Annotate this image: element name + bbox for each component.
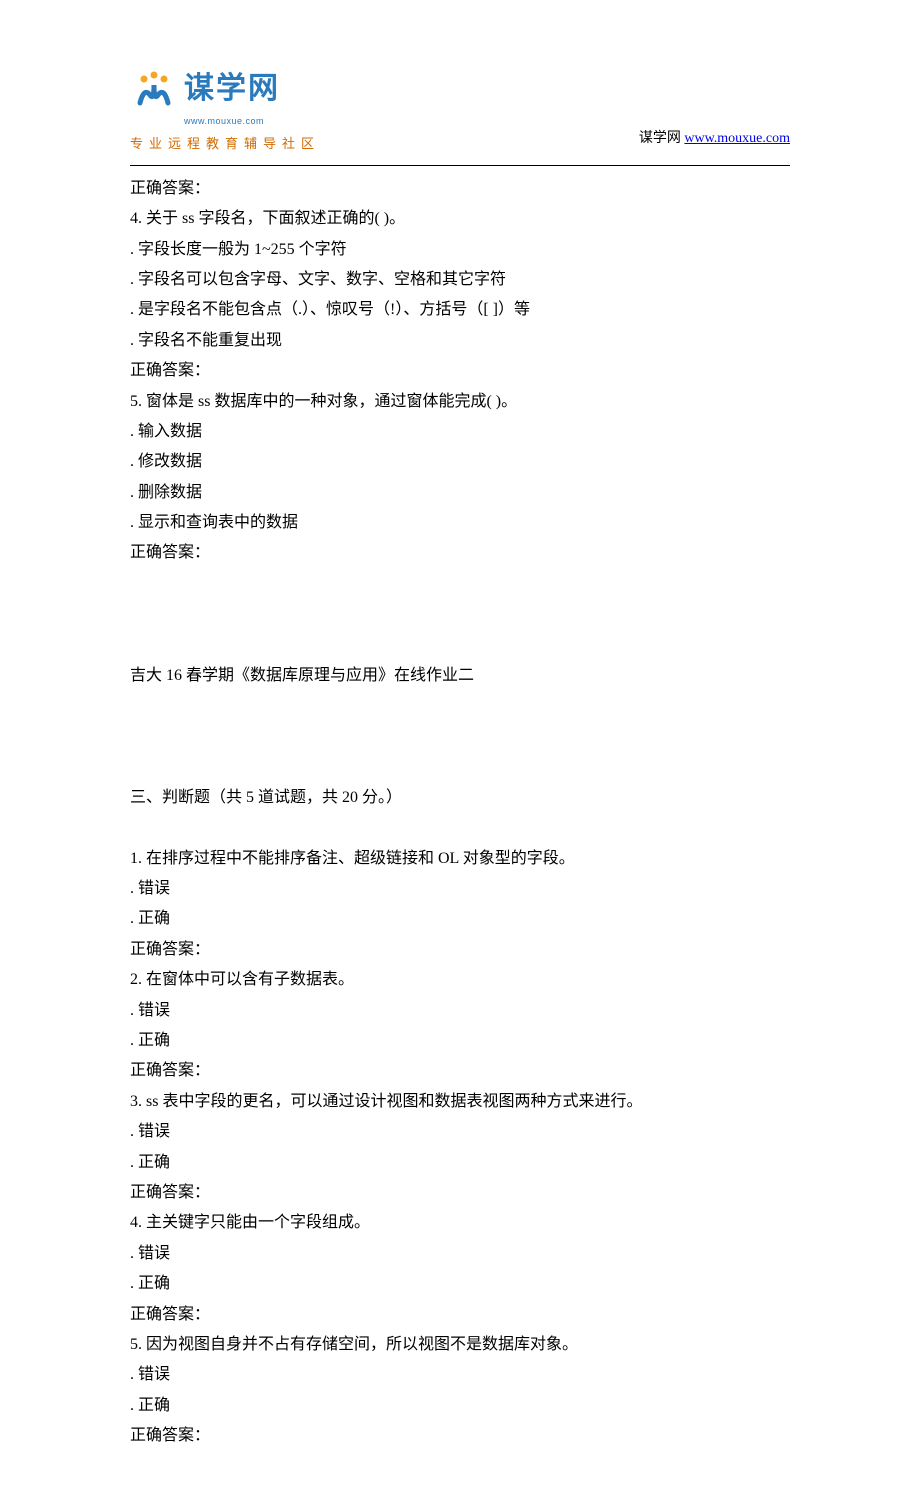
- answer-label: 正确答案：: [130, 356, 790, 386]
- question-5-option: . 显示和查询表中的数据: [130, 508, 790, 538]
- tf-2-option: . 错误: [130, 996, 790, 1026]
- tf-5-stem: 5. 因为视图自身并不占有存储空间，所以视图不是数据库对象。: [130, 1330, 790, 1360]
- page-header: 谋学网 www.mouxue.com 专业远程教育辅导社区 谋学网 www.mo…: [130, 60, 790, 157]
- answer-label: 正确答案：: [130, 1421, 790, 1451]
- site-label: 谋学网: [639, 131, 681, 146]
- logo-url-text: www.mouxue.com: [184, 113, 264, 130]
- site-reference: 谋学网 www.mouxue.com: [639, 126, 790, 157]
- tf-3-option: . 错误: [130, 1117, 790, 1147]
- answer-label: 正确答案：: [130, 538, 790, 568]
- question-4-option: . 字段长度一般为 1~255 个字符: [130, 235, 790, 265]
- logo-text-cn: 谋学网: [184, 60, 280, 117]
- header-divider: [130, 165, 790, 166]
- tf-4-option: . 正确: [130, 1269, 790, 1299]
- question-4-option: . 是字段名不能包含点（.）、惊叹号（!）、方括号（[ ]）等: [130, 295, 790, 325]
- logo-icon: [130, 69, 178, 109]
- section-title: 吉大 16 春学期《数据库原理与应用》在线作业二: [130, 661, 790, 691]
- answer-label: 正确答案：: [130, 935, 790, 965]
- document-page: 谋学网 www.mouxue.com 专业远程教育辅导社区 谋学网 www.mo…: [0, 0, 920, 1511]
- question-5-option: . 修改数据: [130, 447, 790, 477]
- tf-3-option: . 正确: [130, 1148, 790, 1178]
- question-4-stem: 4. 关于 ss 字段名，下面叙述正确的( )。: [130, 204, 790, 234]
- tf-4-stem: 4. 主关键字只能由一个字段组成。: [130, 1208, 790, 1238]
- tf-4-option: . 错误: [130, 1239, 790, 1269]
- question-4-option: . 字段名可以包含字母、文字、数字、空格和其它字符: [130, 265, 790, 295]
- question-4-option: . 字段名不能重复出现: [130, 326, 790, 356]
- site-link[interactable]: www.mouxue.com: [684, 131, 790, 146]
- tf-1-option: . 正确: [130, 904, 790, 934]
- tf-5-option: . 错误: [130, 1360, 790, 1390]
- tf-1-option: . 错误: [130, 874, 790, 904]
- logo-tagline: 专业远程教育辅导社区: [130, 132, 320, 157]
- tf-2-stem: 2. 在窗体中可以含有子数据表。: [130, 965, 790, 995]
- question-5-option: . 输入数据: [130, 417, 790, 447]
- answer-label: 正确答案：: [130, 1178, 790, 1208]
- tf-1-stem: 1. 在排序过程中不能排序备注、超级链接和 OL 对象型的字段。: [130, 844, 790, 874]
- answer-label: 正确答案：: [130, 174, 790, 204]
- answer-label: 正确答案：: [130, 1056, 790, 1086]
- document-content: 正确答案： 4. 关于 ss 字段名，下面叙述正确的( )。 . 字段长度一般为…: [130, 174, 790, 1452]
- question-5-stem: 5. 窗体是 ss 数据库中的一种对象，通过窗体能完成( )。: [130, 387, 790, 417]
- section-subtitle: 三、判断题（共 5 道试题，共 20 分。）: [130, 783, 790, 813]
- logo-block: 谋学网 www.mouxue.com 专业远程教育辅导社区: [130, 60, 320, 157]
- question-5-option: . 删除数据: [130, 478, 790, 508]
- tf-2-option: . 正确: [130, 1026, 790, 1056]
- answer-label: 正确答案：: [130, 1300, 790, 1330]
- tf-5-option: . 正确: [130, 1391, 790, 1421]
- tf-3-stem: 3. ss 表中字段的更名，可以通过设计视图和数据表视图两种方式来进行。: [130, 1087, 790, 1117]
